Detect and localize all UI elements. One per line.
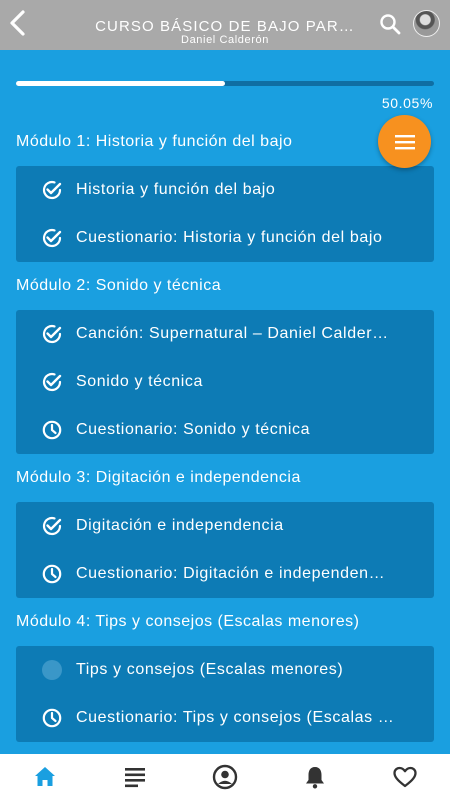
lesson-item[interactable]: Cuestionario: Digitación e independen…	[16, 550, 434, 598]
course-progress-label: 50.05%	[381, 95, 433, 111]
check-circle-icon	[41, 371, 63, 393]
clock-icon	[41, 707, 63, 729]
lesson-list: Historia y función del bajo Cuestionario:…	[16, 166, 434, 262]
lesson-label: Cuestionario: Tips y consejos (Escalas …	[76, 709, 395, 726]
avatar[interactable]	[413, 10, 440, 37]
heart-icon	[392, 764, 418, 790]
circle-icon	[41, 659, 63, 681]
lesson-item[interactable]: Cuestionario: Tips y consejos (Escalas …	[16, 694, 434, 742]
bell-icon	[302, 764, 328, 790]
clock-icon	[41, 419, 63, 441]
top-app-bar: CURSO BÁSICO DE BAJO PAR… Daniel Calderó…	[0, 0, 450, 50]
check-circle-icon	[41, 227, 63, 249]
back-button[interactable]	[4, 6, 32, 40]
course-title-block: CURSO BÁSICO DE BAJO PAR… Daniel Calderó…	[90, 18, 360, 46]
bottom-navigation	[0, 754, 450, 800]
list-icon	[122, 764, 148, 790]
check-circle-icon	[41, 515, 63, 537]
module-title: Módulo 3: Digitación e independencia	[16, 469, 301, 486]
nav-home[interactable]	[0, 754, 90, 800]
check-circle-icon	[41, 323, 63, 345]
lesson-label: Cuestionario: Sonido y técnica	[76, 421, 311, 438]
nav-profile[interactable]	[180, 754, 270, 800]
lesson-label: Digitación e independencia	[76, 517, 284, 534]
clock-icon	[41, 563, 63, 585]
lesson-item[interactable]: Cuestionario: Sonido y técnica	[16, 406, 434, 454]
lesson-item[interactable]: Sonido y técnica	[16, 358, 434, 406]
lesson-item[interactable]: Tips y consejos (Escalas menores)	[16, 646, 434, 694]
lesson-item[interactable]: Canción: Supernatural – Daniel Calder…	[16, 310, 434, 358]
lesson-item[interactable]: Historia y función del bajo	[16, 166, 434, 214]
home-icon	[32, 764, 58, 790]
lesson-list: Canción: Supernatural – Daniel Calder… So…	[16, 310, 434, 454]
lesson-label: Sonido y técnica	[76, 373, 204, 390]
course-progress-bar	[16, 81, 434, 86]
lesson-label: Tips y consejos (Escalas menores)	[76, 661, 344, 678]
lesson-label: Historia y función del bajo	[76, 181, 276, 198]
check-circle-icon	[41, 179, 63, 201]
lesson-label: Canción: Supernatural – Daniel Calder…	[76, 325, 389, 342]
account-icon	[212, 764, 238, 790]
course-progress-fill	[16, 81, 226, 86]
nav-favorites[interactable]	[360, 754, 450, 800]
curriculum-list[interactable]: Módulo 1: Historia y función del bajo His…	[0, 118, 450, 754]
module-title: Módulo 4: Tips y consejos (Escalas menor…	[16, 613, 360, 630]
module-title: Módulo 2: Sonido y técnica	[16, 277, 222, 294]
course-author: Daniel Calderón	[181, 34, 269, 46]
lesson-item[interactable]: Digitación e independencia	[16, 502, 434, 550]
chevron-left-icon	[10, 10, 25, 36]
lesson-label: Cuestionario: Digitación e independen…	[76, 565, 386, 582]
search-button[interactable]	[378, 12, 402, 36]
lesson-list: Digitación e independencia Cuestionario: …	[16, 502, 434, 598]
course-title: CURSO BÁSICO DE BAJO PAR…	[95, 18, 355, 35]
lesson-item[interactable]: Cuestionario: Historia y función del baj…	[16, 214, 434, 262]
search-icon	[380, 14, 401, 35]
nav-lessons[interactable]	[90, 754, 180, 800]
menu-icon	[394, 134, 415, 149]
curriculum-menu-button[interactable]	[378, 115, 431, 168]
lesson-label: Cuestionario: Historia y función del baj…	[76, 229, 383, 246]
lesson-list: Tips y consejos (Escalas menores) Cuestio…	[16, 646, 434, 742]
nav-notifications[interactable]	[270, 754, 360, 800]
